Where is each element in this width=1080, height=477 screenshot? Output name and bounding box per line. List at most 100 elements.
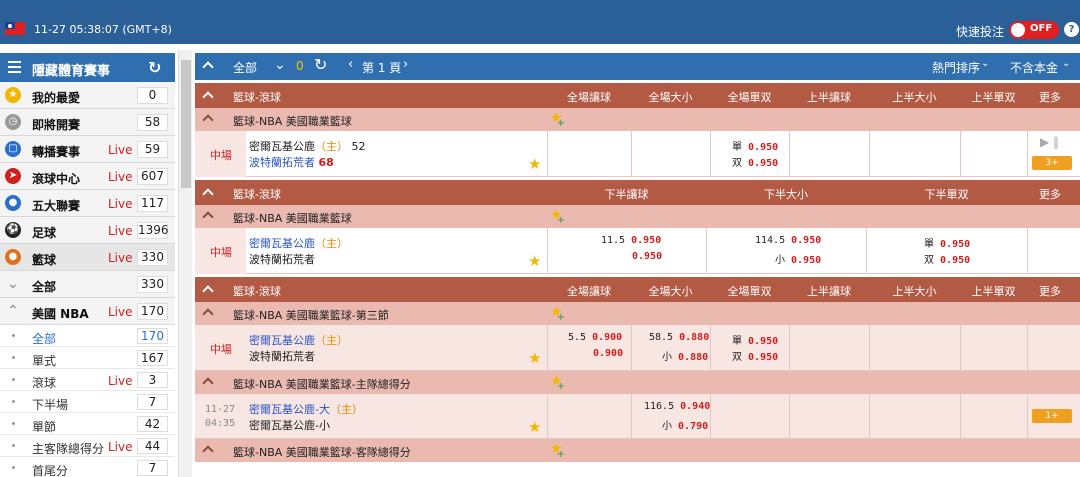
handicap-away-odds[interactable]: 0.900 — [593, 348, 623, 359]
add-favorite-icon[interactable]: ★+ — [550, 207, 566, 226]
next-page-icon[interactable]: › — [403, 57, 408, 72]
principal-dropdown[interactable]: 不含本金 — [1010, 59, 1058, 76]
sidebar-subitem[interactable]: 首尾分 7 — [0, 457, 175, 477]
home-team[interactable]: 密爾瓦基公鹿-大（主） — [249, 401, 363, 417]
odds-cell[interactable] — [1027, 228, 1073, 274]
home-team[interactable]: 密爾瓦基公鹿（主） — [249, 235, 348, 251]
menu-icon[interactable] — [8, 61, 21, 73]
league-row[interactable]: 籃球-NBA 美國職業籃球-主隊總得分 ★+ — [195, 371, 1080, 394]
odds-cell[interactable] — [631, 131, 710, 177]
away-team[interactable]: 波特蘭拓荒者 — [249, 251, 315, 267]
odds-cell[interactable] — [710, 394, 789, 440]
live-badge: Live — [108, 440, 133, 454]
sidebar-item[interactable]: ● 五大聯賽 Live 117 — [0, 190, 175, 217]
sidebar-item[interactable]: ▢ 轉播賽事 Live 59 — [0, 136, 175, 163]
home-team[interactable]: 密爾瓦基公鹿（主） — [249, 332, 348, 348]
sidebar-subitem[interactable]: 滾球 Live 3 — [0, 369, 175, 391]
filter-all[interactable]: 全部 — [233, 59, 257, 76]
quick-bet-toggle[interactable]: OFF — [1009, 21, 1059, 39]
collapse-icon[interactable] — [202, 377, 214, 390]
sidebar-item[interactable]: ⚽ 足球 Live 1396 — [0, 217, 175, 244]
sidebar-item[interactable]: ◷ 即將開賽 58 — [0, 109, 175, 136]
over-odds[interactable]: 114.5 0.950 — [755, 235, 821, 246]
odds-cell[interactable] — [547, 131, 631, 177]
sidebar-subitem[interactable]: 單式 167 — [0, 347, 175, 369]
top-bar: 11-27 05:38:07 (GMT+8) 快速投注 OFF ? — [0, 0, 1080, 44]
sidebar-item[interactable]: ⌄ 全部 330 — [0, 271, 175, 298]
collapse-icon[interactable] — [202, 211, 214, 224]
sort-dropdown[interactable]: 熱門排序 — [932, 59, 980, 76]
collapse-icon[interactable] — [202, 308, 214, 321]
match-row: 11-27 04:35 密爾瓦基公鹿-大（主） 密爾瓦基公鹿-小 ★ 116.5 0.94… — [195, 394, 1080, 440]
sidebar-item[interactable]: ➤ 滾球中心 Live 607 — [0, 163, 175, 190]
even-odds[interactable]: 双 0.950 — [924, 251, 970, 266]
star-icon[interactable]: ★ — [528, 252, 541, 270]
away-team[interactable]: 波特蘭拓荒者 68 — [249, 154, 334, 170]
sidebar-item[interactable]: ★ 我的最愛 0 — [0, 82, 175, 109]
sidebar-subitem[interactable]: 單節 42 — [0, 413, 175, 435]
odd-odds[interactable]: 單 0.950 — [924, 235, 970, 250]
odds-cell[interactable] — [547, 394, 631, 440]
sidebar-subitem[interactable]: 下半場 7 — [0, 391, 175, 413]
add-favorite-icon[interactable]: ★+ — [550, 373, 566, 392]
under-odds[interactable]: 小 0.790 — [662, 417, 708, 432]
league-row[interactable]: 籃球-NBA 美國職業籃球 ★+ — [195, 108, 1080, 131]
add-favorite-icon[interactable]: ★+ — [550, 110, 566, 129]
prev-page-icon[interactable]: ‹ — [348, 57, 353, 72]
more-markets-badge[interactable]: 3+ — [1032, 156, 1072, 170]
odd-odds[interactable]: 單 0.950 — [732, 332, 778, 347]
refresh-icon[interactable]: ↻ — [148, 58, 161, 77]
sidebar-item[interactable]: ⌃ 美國 NBA Live 170 — [0, 298, 175, 325]
away-team[interactable]: 密爾瓦基公鹿-小 — [249, 417, 330, 433]
over-odds[interactable]: 116.5 0.940 — [644, 401, 710, 412]
odds-cell[interactable] — [869, 325, 960, 371]
refresh-icon[interactable]: ↻ — [314, 55, 327, 74]
even-odds[interactable]: 双 0.950 — [732, 348, 778, 363]
odds-cell[interactable] — [960, 131, 1027, 177]
collapse-icon[interactable] — [202, 114, 214, 127]
odds-cell[interactable] — [789, 131, 869, 177]
handicap-home-odds[interactable]: 11.5 0.950 — [601, 235, 661, 246]
league-row[interactable]: 籃球-NBA 美國職業籃球 ★+ — [195, 205, 1080, 228]
collapse-icon[interactable] — [202, 91, 214, 104]
under-odds[interactable]: 小 0.950 — [775, 251, 821, 266]
chevron-down-icon[interactable]: ⌄ — [274, 57, 286, 73]
odds-cell[interactable] — [960, 394, 1027, 440]
add-favorite-icon[interactable]: ★+ — [550, 441, 566, 460]
odds-cell[interactable] — [869, 394, 960, 440]
sidebar-scrollbar[interactable] — [178, 50, 192, 477]
league-row[interactable]: 籃球-NBA 美國職業籃球-第三節 ★+ — [195, 302, 1080, 325]
collapse-icon[interactable] — [202, 188, 214, 201]
more-markets-badge[interactable]: 1+ — [1032, 409, 1072, 423]
sidebar-subitem[interactable]: 全部 170 — [0, 325, 175, 347]
even-odds[interactable]: 双 0.950 — [732, 154, 778, 169]
odds-cell[interactable] — [960, 325, 1027, 371]
help-icon[interactable]: ? — [1064, 22, 1079, 37]
home-team[interactable]: 密爾瓦基公鹿（主） 52 — [249, 138, 366, 154]
sidebar-subitem[interactable]: 主客隊總得分 Live 44 — [0, 435, 175, 457]
odds-cell[interactable] — [869, 131, 960, 177]
add-favorite-icon[interactable]: ★+ — [550, 304, 566, 323]
odds-cell[interactable] — [789, 394, 869, 440]
handicap-home-odds[interactable]: 5.5 0.900 — [568, 332, 622, 343]
odds-cell[interactable] — [789, 325, 869, 371]
under-odds[interactable]: 小 0.880 — [662, 348, 708, 363]
collapse-icon[interactable] — [202, 445, 214, 458]
star-icon[interactable]: ★ — [528, 349, 541, 367]
chevron-down-icon[interactable]: ⌄ — [1062, 58, 1070, 69]
odds-cell[interactable] — [1027, 325, 1073, 371]
live-stream-icon[interactable]: ▶ ‖ — [1040, 135, 1059, 149]
star-icon[interactable]: ★ — [528, 418, 541, 436]
away-team[interactable]: 波特蘭拓荒者 — [249, 348, 315, 364]
collapse-all-icon[interactable] — [202, 60, 214, 74]
over-odds[interactable]: 58.5 0.880 — [649, 332, 709, 343]
odd-odds[interactable]: 單 0.950 — [732, 138, 778, 153]
star-icon[interactable]: ★ — [528, 155, 541, 173]
sidebar-item-count: 330 — [137, 249, 168, 266]
section-title: 籃球-滾球 — [233, 285, 281, 298]
chevron-down-icon[interactable]: ⌄ — [981, 58, 989, 69]
collapse-icon[interactable] — [202, 285, 214, 298]
league-row[interactable]: 籃球-NBA 美國職業籃球-客隊總得分 ★+ — [195, 439, 1080, 462]
sidebar-item[interactable]: ● 籃球 Live 330 — [0, 244, 175, 271]
handicap-away-odds[interactable]: 0.950 — [632, 251, 662, 262]
